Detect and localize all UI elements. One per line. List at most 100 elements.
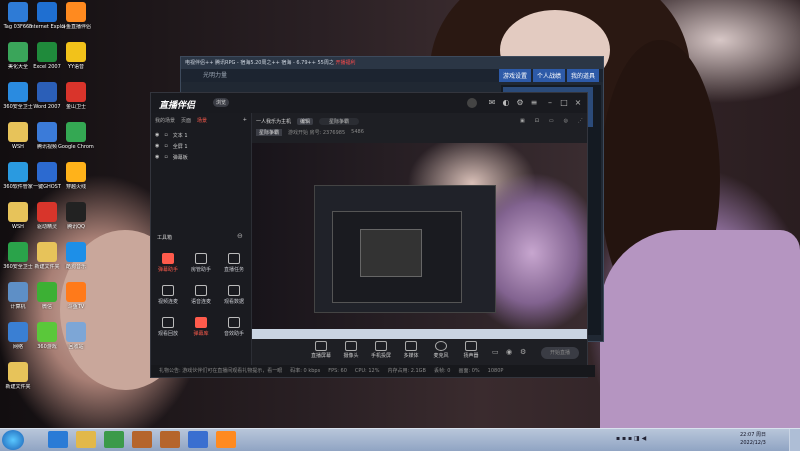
app-icon: [8, 322, 28, 342]
app-icon: [37, 202, 57, 222]
eye-icon[interactable]: ◉: [155, 132, 159, 139]
close-icon[interactable]: ×: [573, 98, 583, 108]
tool-button[interactable]: 房管助手: [186, 253, 216, 273]
taskbar-app-icon[interactable]: [104, 431, 124, 448]
game-category-pill[interactable]: 星际争霸: [319, 117, 360, 125]
tool-button[interactable]: 弹幕库: [186, 317, 216, 337]
message-icon[interactable]: ✉: [487, 98, 497, 108]
tab-my-items[interactable]: 我的道具: [566, 69, 599, 82]
category-tag[interactable]: 星际争霸: [256, 129, 283, 136]
record-icon[interactable]: ◎: [564, 118, 568, 124]
desktop-icon[interactable]: 腾讯QQ: [58, 202, 94, 230]
tool-icon: [228, 285, 240, 296]
desktop-icon[interactable]: 回收站: [58, 322, 94, 350]
tool-button[interactable]: 语音连麦: [186, 285, 216, 305]
version-badge[interactable]: 浏览: [213, 98, 230, 107]
gift-icon[interactable]: ▣: [520, 118, 525, 124]
desktop-icon[interactable]: 穿越火线: [58, 162, 94, 190]
tab-personal-record[interactable]: 个人战绩: [532, 69, 565, 82]
left-tabs: 我的场景 页面 场景 +: [151, 113, 251, 128]
app-icon: [37, 282, 57, 302]
share-icon[interactable]: ⋰: [578, 118, 583, 124]
desktop-icon[interactable]: 斗鱼TV: [58, 282, 94, 310]
media-button[interactable]: 多媒体: [398, 339, 424, 367]
screen-capture-button[interactable]: 直播屏幕: [308, 339, 334, 367]
start-button[interactable]: [2, 430, 24, 450]
tray-icon[interactable]: ▪: [616, 435, 620, 442]
background-window-tab[interactable]: 光明力量: [203, 72, 227, 79]
phone-icon: [375, 341, 387, 351]
app-icon: [37, 162, 57, 182]
camera-icon: [345, 341, 357, 351]
volume-icon[interactable]: ◀: [642, 435, 647, 442]
lock-icon[interactable]: ▫: [164, 154, 167, 161]
tool-button[interactable]: 弹幕助手: [153, 253, 183, 273]
avatar[interactable]: [467, 98, 477, 108]
source-item[interactable]: ◉ ▫ 文本 1: [151, 128, 251, 139]
lock-icon[interactable]: ⊡: [535, 118, 539, 124]
network-icon[interactable]: ◨: [634, 435, 640, 442]
show-desktop-button[interactable]: [789, 429, 800, 451]
desktop-icon[interactable]: 新建文件夹: [0, 362, 36, 390]
tool-button[interactable]: 观看回放: [153, 317, 183, 337]
minimize-icon[interactable]: –: [545, 98, 555, 108]
settings-icon[interactable]: ⚙: [515, 98, 525, 108]
tab-game-settings[interactable]: 游戏设置: [498, 69, 531, 82]
microphone-button[interactable]: 麦克风: [428, 339, 454, 367]
start-live-button[interactable]: 开始直播: [541, 347, 579, 359]
notice-text: 礼物公告: 游戏伙伴们可在直播间观看礼物提示，看一眼: [159, 368, 283, 374]
source-item[interactable]: ◉ ▫ 全屏 1: [151, 139, 251, 150]
maximize-icon[interactable]: □: [559, 98, 569, 108]
eye-icon[interactable]: ◉: [155, 143, 159, 150]
speaker-button[interactable]: 扬声器: [458, 339, 484, 367]
tray-icon[interactable]: ▪: [628, 435, 632, 442]
taskbar-app-icon[interactable]: [160, 431, 180, 448]
tool-button[interactable]: 直播任务: [219, 253, 249, 273]
streaming-app-window[interactable]: 直播伴侣 浏览 ✉ ◐ ⚙ ≡ – □ × 我的场景 页面 场景 + ◉ ▫ 文…: [150, 92, 595, 378]
phone-cast-button[interactable]: 手机投屏: [368, 339, 394, 367]
tool-button[interactable]: 观看数据: [219, 285, 249, 305]
tool-label: 弹幕库: [193, 331, 209, 337]
taskbar-app-icon[interactable]: [48, 431, 68, 448]
desktop-icon[interactable]: 斗鱼直播伴侣: [58, 2, 94, 30]
tool-label: 观看回放: [157, 331, 178, 337]
desktop-icon[interactable]: Google Chrome: [58, 122, 94, 150]
taskbar-app-icon[interactable]: [76, 431, 96, 448]
tool-label: 房管助手: [190, 267, 211, 273]
desktop-icon[interactable]: YY语音: [58, 42, 94, 70]
app-icon: [66, 322, 86, 342]
desktop-icon[interactable]: 酷狗音乐: [58, 242, 94, 270]
menu-icon[interactable]: ≡: [529, 98, 539, 108]
status-item: CPU: 12%: [354, 368, 380, 374]
eye-icon[interactable]: ◉: [155, 154, 159, 161]
clock[interactable]: 22:07 周日 2022/12/3: [740, 431, 766, 447]
tab-pages[interactable]: 页面: [181, 117, 191, 124]
taskbar-app-icon[interactable]: [216, 431, 236, 448]
source-item[interactable]: ◉ ▫ 弹幕板: [151, 150, 251, 161]
desktop-icon[interactable]: 金山卫士: [58, 82, 94, 110]
skin-icon[interactable]: ◐: [501, 98, 511, 108]
tray-icon[interactable]: ▪: [622, 435, 626, 442]
video-icon[interactable]: ▭: [492, 348, 499, 356]
tab-scenes[interactable]: 场景: [197, 117, 207, 124]
lock-icon[interactable]: ▫: [164, 143, 167, 150]
stream-preview[interactable]: [252, 143, 587, 339]
lock-icon[interactable]: ▫: [164, 132, 167, 139]
record-icon[interactable]: ◉: [506, 348, 512, 356]
app-icon: [37, 82, 57, 102]
taskbar-app-icon[interactable]: [132, 431, 152, 448]
tool-icon: [228, 253, 240, 264]
taskbar-app-icon[interactable]: [188, 431, 208, 448]
monitor-icon: [315, 341, 327, 351]
tool-label: 语音连麦: [190, 299, 211, 305]
toolbox-more-icon[interactable]: ⊖: [237, 232, 243, 240]
tool-button[interactable]: 视频连麦: [153, 285, 183, 305]
tool-button[interactable]: 音效助手: [219, 317, 249, 337]
screen-icon[interactable]: ▭: [549, 118, 554, 124]
tab-my-scenes[interactable]: 我的场景: [155, 117, 175, 124]
gear-icon[interactable]: ⚙: [520, 348, 526, 356]
app-icon: [8, 122, 28, 142]
add-scene-icon[interactable]: +: [243, 117, 247, 124]
edit-tag[interactable]: 编辑: [297, 117, 314, 125]
camera-button[interactable]: 摄像头: [338, 339, 364, 367]
